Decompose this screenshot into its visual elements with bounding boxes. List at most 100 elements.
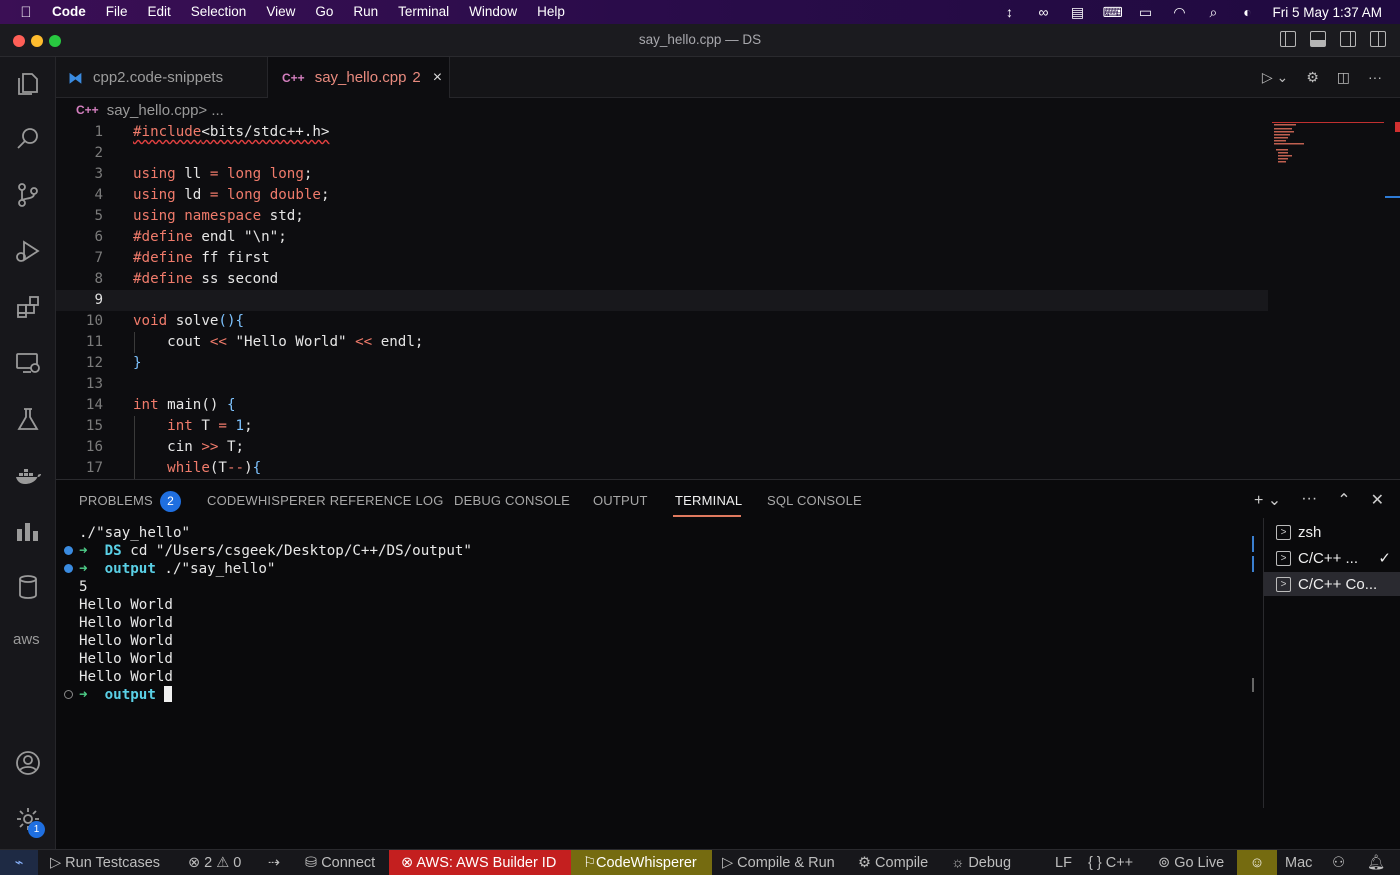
run-code-icon[interactable]: ▷ ⌄	[1262, 69, 1288, 86]
spotlight-search-icon[interactable]: ⌕	[1204, 4, 1222, 21]
code-text[interactable]: }	[133, 353, 142, 374]
code-line[interactable]: 16 cin >> T;	[56, 437, 1268, 458]
code-line[interactable]: 2	[56, 143, 1268, 164]
wifi-icon[interactable]: ◠	[1170, 4, 1188, 21]
code-text[interactable]: using ld = long double;	[133, 185, 330, 206]
line-number[interactable]: 8	[56, 269, 103, 290]
charts-icon[interactable]	[14, 517, 42, 545]
glasses-icon[interactable]: ∞	[1034, 4, 1052, 20]
line-number[interactable]: 10	[56, 311, 103, 332]
code-line[interactable]: 6 #define endl "\n";	[56, 227, 1268, 248]
menubar-clock[interactable]: Fri 5 May 1:37 AM	[1272, 5, 1382, 20]
code-line[interactable]: 3 using ll = long long;	[56, 164, 1268, 185]
code-text[interactable]: void solve(){	[133, 311, 244, 332]
line-number[interactable]: 15	[56, 416, 103, 437]
code-line[interactable]: 7 #define ff first	[56, 248, 1268, 269]
more-actions-icon[interactable]: ···	[1301, 490, 1317, 510]
code-text[interactable]: int main() {	[133, 395, 236, 416]
tab-sql-console[interactable]: SQL CONSOLE	[767, 493, 862, 508]
remote-indicator-icon[interactable]: ⌁	[0, 850, 38, 875]
menu-view[interactable]: View	[256, 0, 305, 24]
code-text[interactable]: cout << "Hello World" << endl;	[133, 332, 423, 353]
tab-terminal[interactable]: TERMINAL	[675, 493, 742, 508]
extensions-icon[interactable]	[14, 293, 42, 321]
compile-run-button[interactable]: ▷ Compile & Run	[722, 850, 835, 875]
toggle-panel-icon[interactable]	[1310, 31, 1326, 47]
settings-gear-icon[interactable]: ⚙	[1306, 69, 1319, 86]
code-text[interactable]: #include<bits/stdc++.h>	[133, 122, 329, 143]
tab-output[interactable]: OUTPUT	[593, 493, 648, 508]
platform-indicator[interactable]: Mac	[1285, 850, 1312, 875]
code-line[interactable]: 17 while(T--){	[56, 458, 1268, 479]
accounts-feedback-icon[interactable]: ⚇	[1332, 850, 1345, 875]
apple-menu-icon[interactable]: 	[0, 4, 52, 21]
sql-connect-button[interactable]: ⛁ Connect	[305, 850, 375, 875]
maximize-panel-icon[interactable]: ⌃	[1337, 490, 1350, 510]
terminal-item-cpp-2[interactable]: > C/C++ Co...	[1264, 572, 1400, 596]
command-success-dot[interactable]	[64, 546, 73, 555]
close-panel-icon[interactable]: ✕	[1371, 490, 1384, 510]
source-control-icon[interactable]	[14, 181, 42, 209]
menu-app[interactable]: Code	[52, 0, 96, 24]
debug-button[interactable]: ☼ Debug	[951, 850, 1011, 875]
code-line[interactable]: 1 #include<bits/stdc++.h>	[56, 122, 1268, 143]
search-icon[interactable]	[14, 125, 42, 153]
line-number[interactable]: 17	[56, 458, 103, 479]
go-live-button[interactable]: ⊚ Go Live	[1158, 850, 1224, 875]
customize-layout-icon[interactable]	[1370, 31, 1386, 47]
code-line[interactable]: 10 void solve(){	[56, 311, 1268, 332]
code-text[interactable]: using ll = long long;	[133, 164, 312, 185]
code-text[interactable]: cin >> T;	[133, 437, 244, 458]
keyboard-icon[interactable]: ⌨	[1102, 4, 1122, 21]
line-number[interactable]: 1	[56, 122, 103, 143]
breadcrumb-file[interactable]: say_hello.cpp	[107, 102, 199, 119]
toggle-primary-sidebar-icon[interactable]	[1280, 31, 1296, 47]
terminal-item-zsh[interactable]: > zsh	[1264, 520, 1400, 544]
control-center-icon[interactable]: ◐	[1238, 4, 1256, 20]
explorer-icon[interactable]	[14, 69, 42, 97]
code-line[interactable]: 14 int main() {	[56, 395, 1268, 416]
copilot-icon[interactable]: ☺	[1237, 850, 1277, 875]
compile-button[interactable]: ⚙ Compile	[858, 850, 928, 875]
run-testcases-button[interactable]: ▷ Run Testcases	[50, 850, 160, 875]
clipboard-icon[interactable]: ▤	[1068, 4, 1086, 21]
tab-say-hello-cpp[interactable]: C++ say_hello.cpp 2 ×	[268, 57, 450, 98]
line-number[interactable]: 2	[56, 143, 103, 164]
line-number[interactable]: 13	[56, 374, 103, 395]
line-number[interactable]: 3	[56, 164, 103, 185]
menu-go[interactable]: Go	[305, 0, 343, 24]
line-number[interactable]: 6	[56, 227, 103, 248]
menu-terminal[interactable]: Terminal	[388, 0, 459, 24]
toggle-secondary-sidebar-icon[interactable]	[1340, 31, 1356, 47]
run-debug-icon[interactable]	[14, 237, 42, 265]
terminal-prompt[interactable]: ➜ output	[79, 686, 173, 704]
code-editor[interactable]: 1 #include<bits/stdc++.h> 2 3 using ll = lon…	[56, 122, 1400, 479]
battery-icon[interactable]: ▭	[1136, 4, 1154, 21]
code-line[interactable]: 9	[56, 290, 1268, 311]
code-line[interactable]: 5 using namespace std;	[56, 206, 1268, 227]
code-line[interactable]: 4 using ld = long double;	[56, 185, 1268, 206]
menu-selection[interactable]: Selection	[181, 0, 257, 24]
code-text[interactable]: #define ff first	[133, 248, 270, 269]
tab-debug-console[interactable]: DEBUG CONSOLE	[454, 493, 570, 508]
split-editor-icon[interactable]: ◫	[1337, 69, 1350, 86]
language-mode-selector[interactable]: { } C++	[1088, 850, 1133, 875]
aws-builder-id-button[interactable]: ⊗ AWS: AWS Builder ID	[389, 850, 571, 875]
command-success-dot[interactable]	[64, 564, 73, 573]
notifications-bell-icon[interactable]: 🔔︎	[1367, 850, 1385, 875]
line-number[interactable]: 14	[56, 395, 103, 416]
line-number[interactable]: 5	[56, 206, 103, 227]
code-line[interactable]: 11 cout << "Hello World" << endl;	[56, 332, 1268, 353]
codewhisperer-button[interactable]: ⚐CodeWhisperer	[571, 850, 712, 875]
database-icon[interactable]	[14, 573, 42, 601]
sync-icon[interactable]: ⇢	[268, 850, 280, 875]
terminal-item-cpp-1[interactable]: > C/C++ ... ✓	[1264, 546, 1400, 570]
accounts-icon[interactable]	[14, 749, 42, 777]
code-line[interactable]: 13	[56, 374, 1268, 395]
code-line[interactable]: 15 int T = 1;	[56, 416, 1268, 437]
more-actions-icon[interactable]: ···	[1368, 69, 1382, 86]
menu-edit[interactable]: Edit	[138, 0, 181, 24]
problems-status[interactable]: ⊗ 2 ⚠ 0	[188, 850, 241, 875]
code-text[interactable]: using namespace std;	[133, 206, 304, 227]
remote-explorer-icon[interactable]	[14, 349, 42, 377]
